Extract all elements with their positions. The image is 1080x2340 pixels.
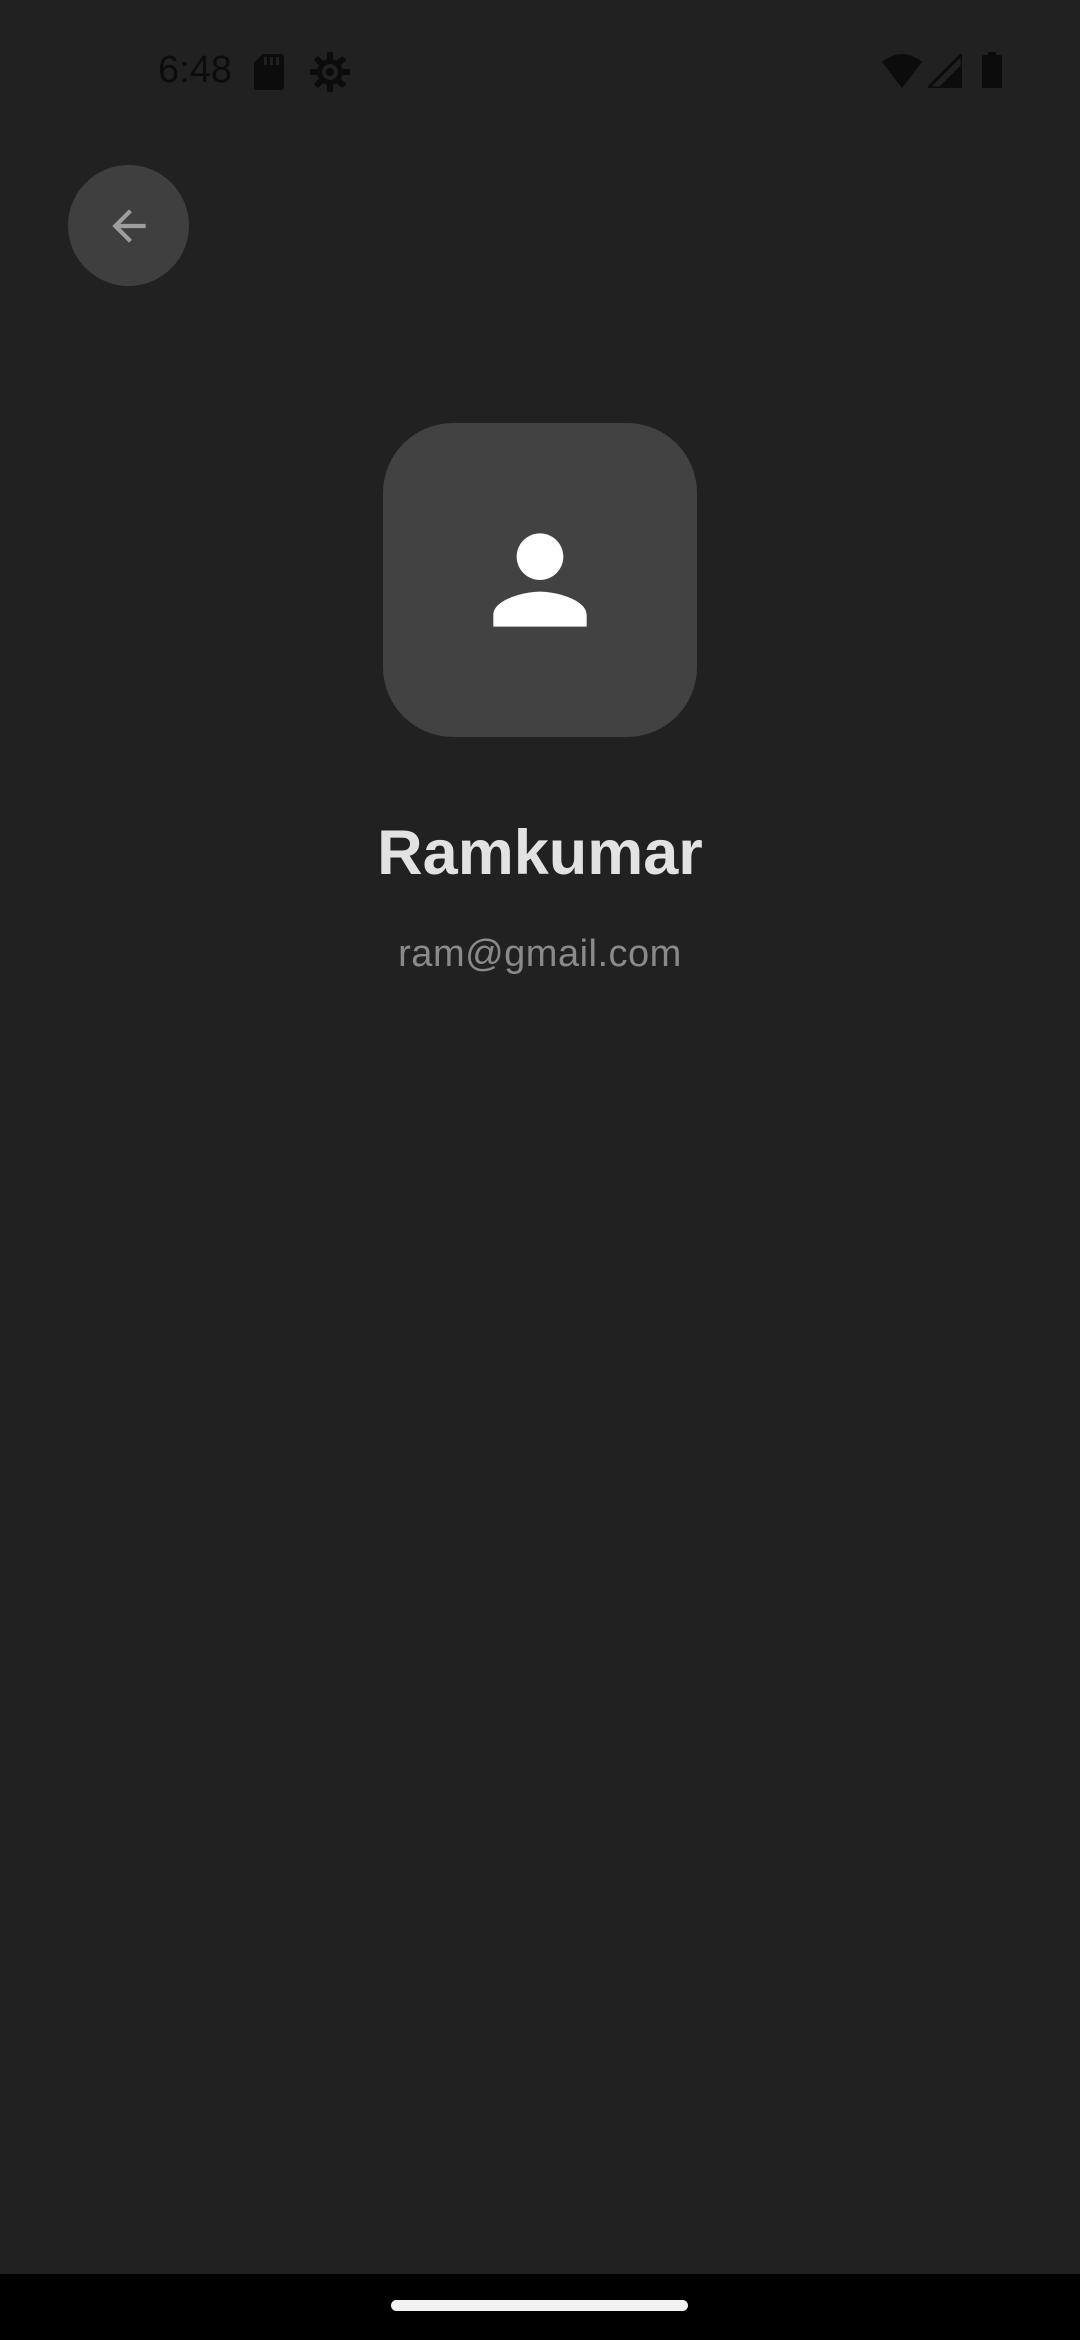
person-icon <box>493 533 587 627</box>
settings-gear-icon <box>310 52 350 92</box>
arrow-left-icon <box>111 208 146 243</box>
avatar <box>383 423 697 737</box>
status-bar: 6:48 <box>0 0 1080 140</box>
wifi-icon <box>882 54 922 88</box>
back-button[interactable] <box>68 165 189 286</box>
cellular-signal-icon <box>928 54 962 88</box>
battery-icon <box>982 52 1002 88</box>
profile-name: Ramkumar <box>377 818 703 888</box>
status-time: 6:48 <box>158 49 232 91</box>
sd-card-icon <box>254 54 284 90</box>
profile-email: ram@gmail.com <box>398 933 682 975</box>
home-indicator[interactable] <box>391 2300 688 2311</box>
